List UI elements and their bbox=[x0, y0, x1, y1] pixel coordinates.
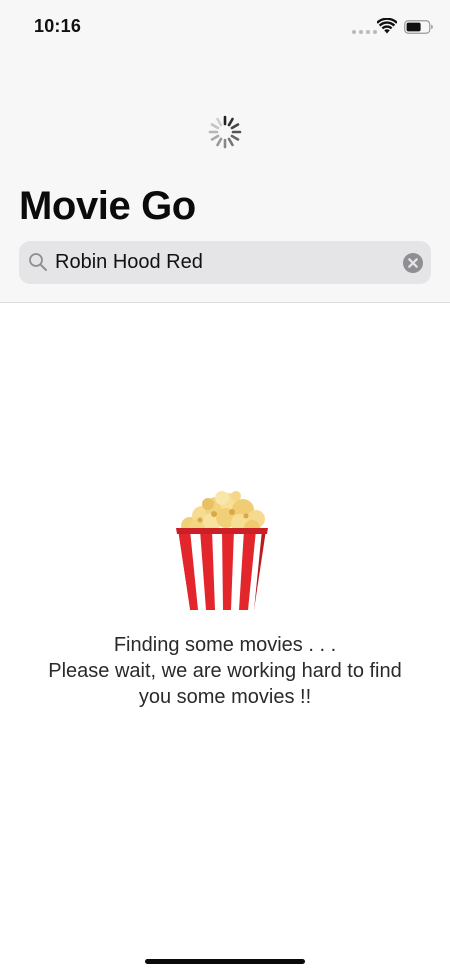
page-title: Movie Go bbox=[19, 184, 196, 228]
status-time: 10:16 bbox=[34, 16, 82, 36]
wifi-icon bbox=[377, 18, 397, 34]
spinner-icon bbox=[208, 115, 242, 149]
popcorn-icon bbox=[176, 491, 268, 610]
loading-message-line-1: Finding some movies . . . bbox=[113, 634, 337, 656]
loading-message-line-2: Please wait, we are working hard to find bbox=[48, 660, 402, 682]
home-indicator[interactable] bbox=[145, 959, 305, 964]
clear-icon[interactable] bbox=[403, 253, 423, 273]
search-icon bbox=[29, 253, 47, 271]
cellular-signal-icon bbox=[352, 30, 377, 34]
search-bar[interactable] bbox=[19, 241, 431, 284]
status-bar: 10:16 bbox=[0, 0, 450, 54]
search-input[interactable] bbox=[55, 241, 395, 284]
navigation-header: 10:16 Movie Go Robin Hood Red bbox=[0, 0, 450, 303]
battery-icon bbox=[404, 20, 433, 34]
loading-message-line-3: you some movies !! bbox=[138, 686, 312, 708]
loading-message: Finding some movies . . . Please wait, w… bbox=[0, 632, 450, 710]
